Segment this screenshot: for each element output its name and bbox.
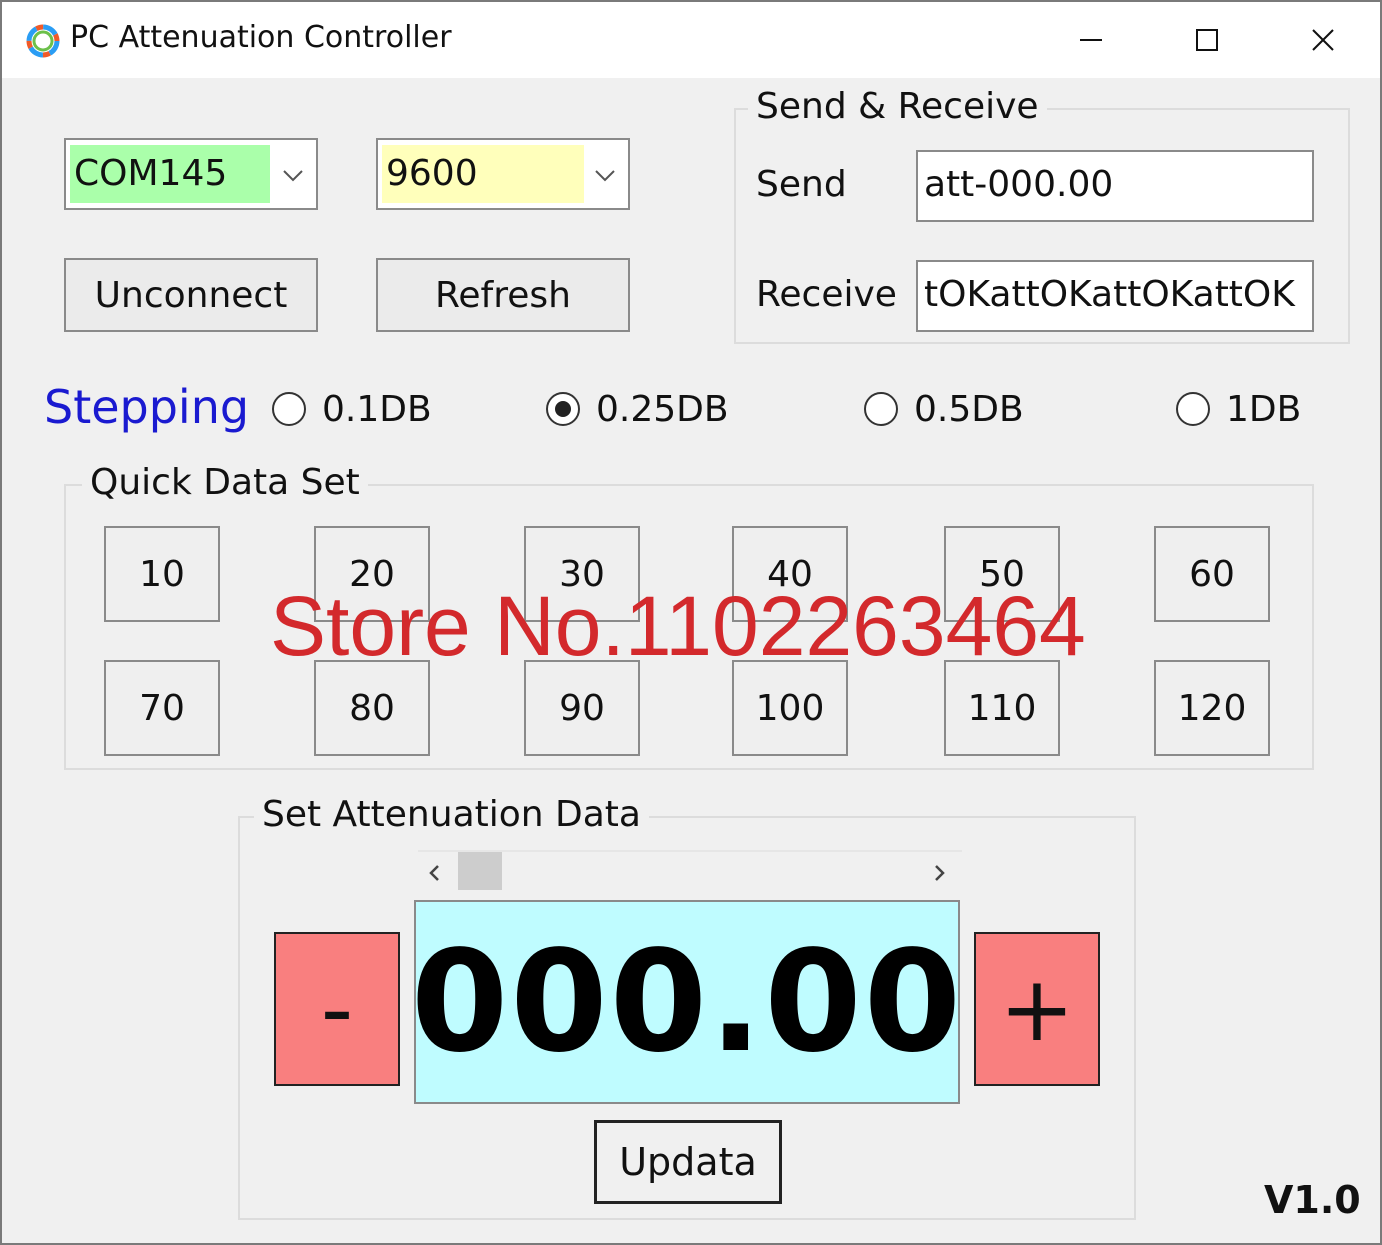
radio-label: 1DB (1226, 388, 1302, 430)
version-label: V1.0 (1264, 1178, 1361, 1222)
maximize-icon (1196, 29, 1218, 51)
decrease-button[interactable]: - (274, 932, 400, 1086)
quick-button-40[interactable]: 40 (732, 526, 848, 622)
send-receive-group-title: Send & Receive (748, 86, 1047, 127)
quick-button-110[interactable]: 110 (944, 660, 1060, 756)
stepping-radio-0-1db[interactable]: 0.1DB (272, 384, 432, 434)
close-icon (1312, 29, 1334, 51)
quick-button-100[interactable]: 100 (732, 660, 848, 756)
chevron-left-icon (429, 865, 439, 881)
port-select[interactable]: COM145 (64, 138, 318, 210)
app-logo-icon (26, 24, 60, 58)
receive-label: Receive (756, 274, 897, 315)
increase-button[interactable]: + (974, 932, 1100, 1086)
stepping-label: Stepping (44, 380, 250, 434)
quick-button-30[interactable]: 30 (524, 526, 640, 622)
receive-output[interactable]: tOKattOKattOKattOK (916, 260, 1314, 332)
quick-button-70[interactable]: 70 (104, 660, 220, 756)
minimize-icon (1080, 39, 1102, 41)
baud-select-value: 9600 (382, 145, 584, 203)
radio-circle (1176, 392, 1210, 426)
chevron-right-icon (935, 865, 945, 881)
maximize-button[interactable] (1172, 10, 1242, 70)
chevron-down-icon (283, 170, 303, 182)
stepping-radio-1db[interactable]: 1DB (1176, 384, 1301, 434)
title-bar[interactable]: PC Attenuation Controller (2, 2, 1380, 78)
attenuation-group-title: Set Attenuation Data (254, 794, 649, 835)
radio-selected-dot (555, 401, 571, 417)
quick-button-80[interactable]: 80 (314, 660, 430, 756)
radio-circle (546, 392, 580, 426)
quick-button-120[interactable]: 120 (1154, 660, 1270, 756)
send-input[interactable]: att-000.00 (916, 150, 1314, 222)
minimize-button[interactable] (1056, 10, 1126, 70)
stepping-radio-0-5db[interactable]: 0.5DB (864, 384, 1024, 434)
quick-data-group (64, 484, 1314, 770)
radio-circle (272, 392, 306, 426)
radio-label: 0.1DB (322, 388, 432, 430)
radio-label: 0.5DB (914, 388, 1024, 430)
client-area: COM145 9600 Unconnect Refresh Send & Rec… (2, 78, 1380, 1243)
scrollbar-thumb[interactable] (458, 852, 502, 890)
radio-label: 0.25DB (596, 388, 729, 430)
refresh-button[interactable]: Refresh (376, 258, 630, 332)
unconnect-button[interactable]: Unconnect (64, 258, 318, 332)
baud-select[interactable]: 9600 (376, 138, 630, 210)
update-button[interactable]: Updata (594, 1120, 782, 1204)
quick-button-60[interactable]: 60 (1154, 526, 1270, 622)
quick-button-20[interactable]: 20 (314, 526, 430, 622)
close-button[interactable] (1288, 10, 1358, 70)
quick-button-90[interactable]: 90 (524, 660, 640, 756)
window-title: PC Attenuation Controller (70, 20, 452, 55)
radio-circle (864, 392, 898, 426)
app-window: PC Attenuation Controller COM145 9600 Un… (0, 0, 1382, 1245)
quick-button-50[interactable]: 50 (944, 526, 1060, 622)
scroll-left-button[interactable] (420, 858, 450, 888)
send-label: Send (756, 164, 847, 205)
quick-data-group-title: Quick Data Set (82, 462, 368, 503)
quick-button-10[interactable]: 10 (104, 526, 220, 622)
attenuation-display: 000.00 (411, 900, 961, 1104)
port-select-value: COM145 (70, 145, 270, 203)
scroll-right-button[interactable] (924, 858, 954, 888)
stepping-radio-0-25db[interactable]: 0.25DB (546, 384, 729, 434)
chevron-down-icon (595, 170, 615, 182)
